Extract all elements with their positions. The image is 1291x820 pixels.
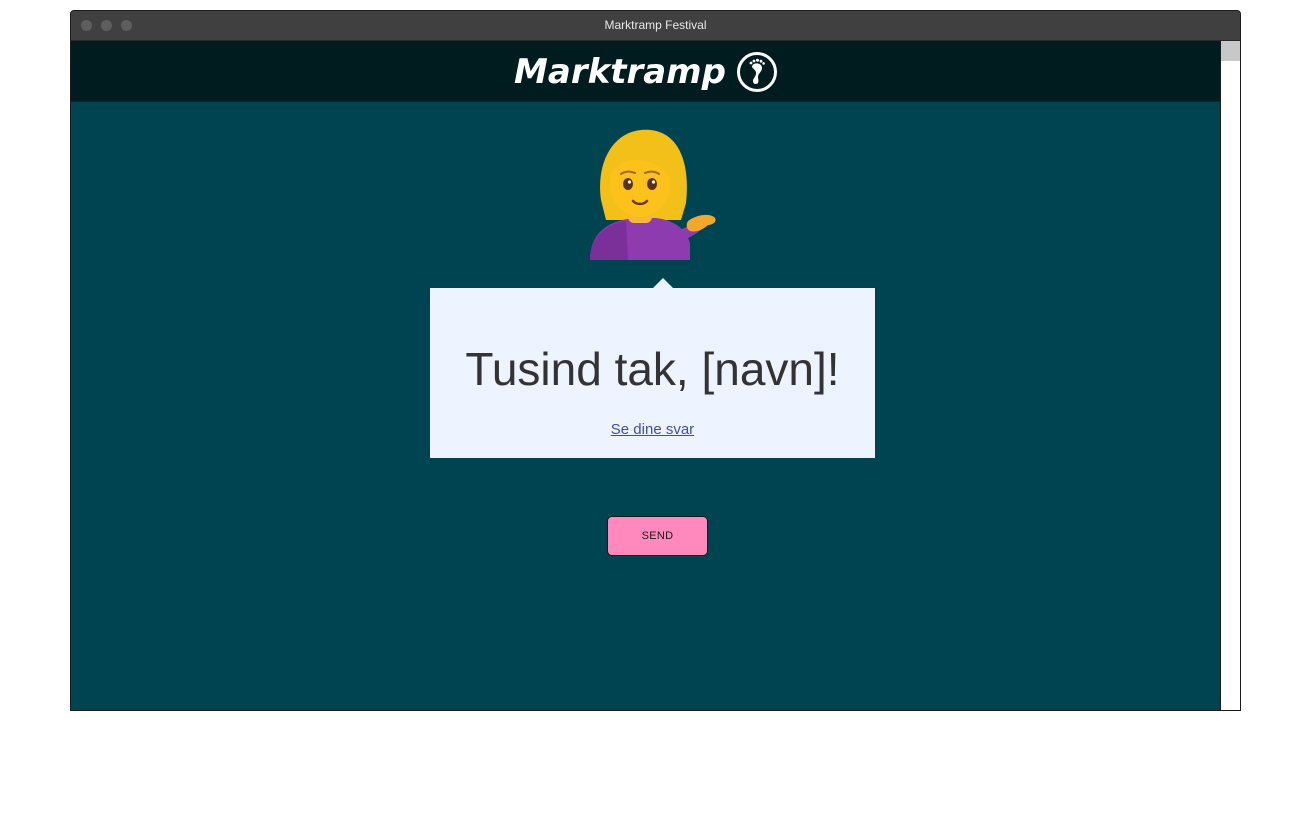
vertical-scrollbar[interactable]: [1220, 41, 1240, 710]
logo-text: Marktramp: [514, 52, 726, 92]
title-bar: Marktramp Festival: [71, 11, 1240, 41]
see-answers-link[interactable]: Se dine svar: [430, 421, 875, 438]
site-header: Marktramp: [71, 41, 1221, 102]
footprint-icon: [736, 52, 777, 92]
page-viewport: Marktramp Tusind tak, [navn]! Se dine sv…: [71, 41, 1221, 710]
send-button[interactable]: SEND: [607, 516, 708, 556]
site-logo[interactable]: Marktramp: [71, 51, 1221, 93]
scrollbar-thumb[interactable]: [1221, 41, 1240, 61]
window-title: Marktramp Festival: [604, 18, 707, 32]
thank-you-bubble: Tusind tak, [navn]! Se dine svar: [430, 288, 875, 458]
browser-window: Marktramp Festival Marktramp Tusind tak,…: [70, 10, 1241, 711]
woman-tipping-hand-icon: [590, 129, 716, 260]
thank-you-heading: Tusind tak, [navn]!: [465, 343, 840, 395]
